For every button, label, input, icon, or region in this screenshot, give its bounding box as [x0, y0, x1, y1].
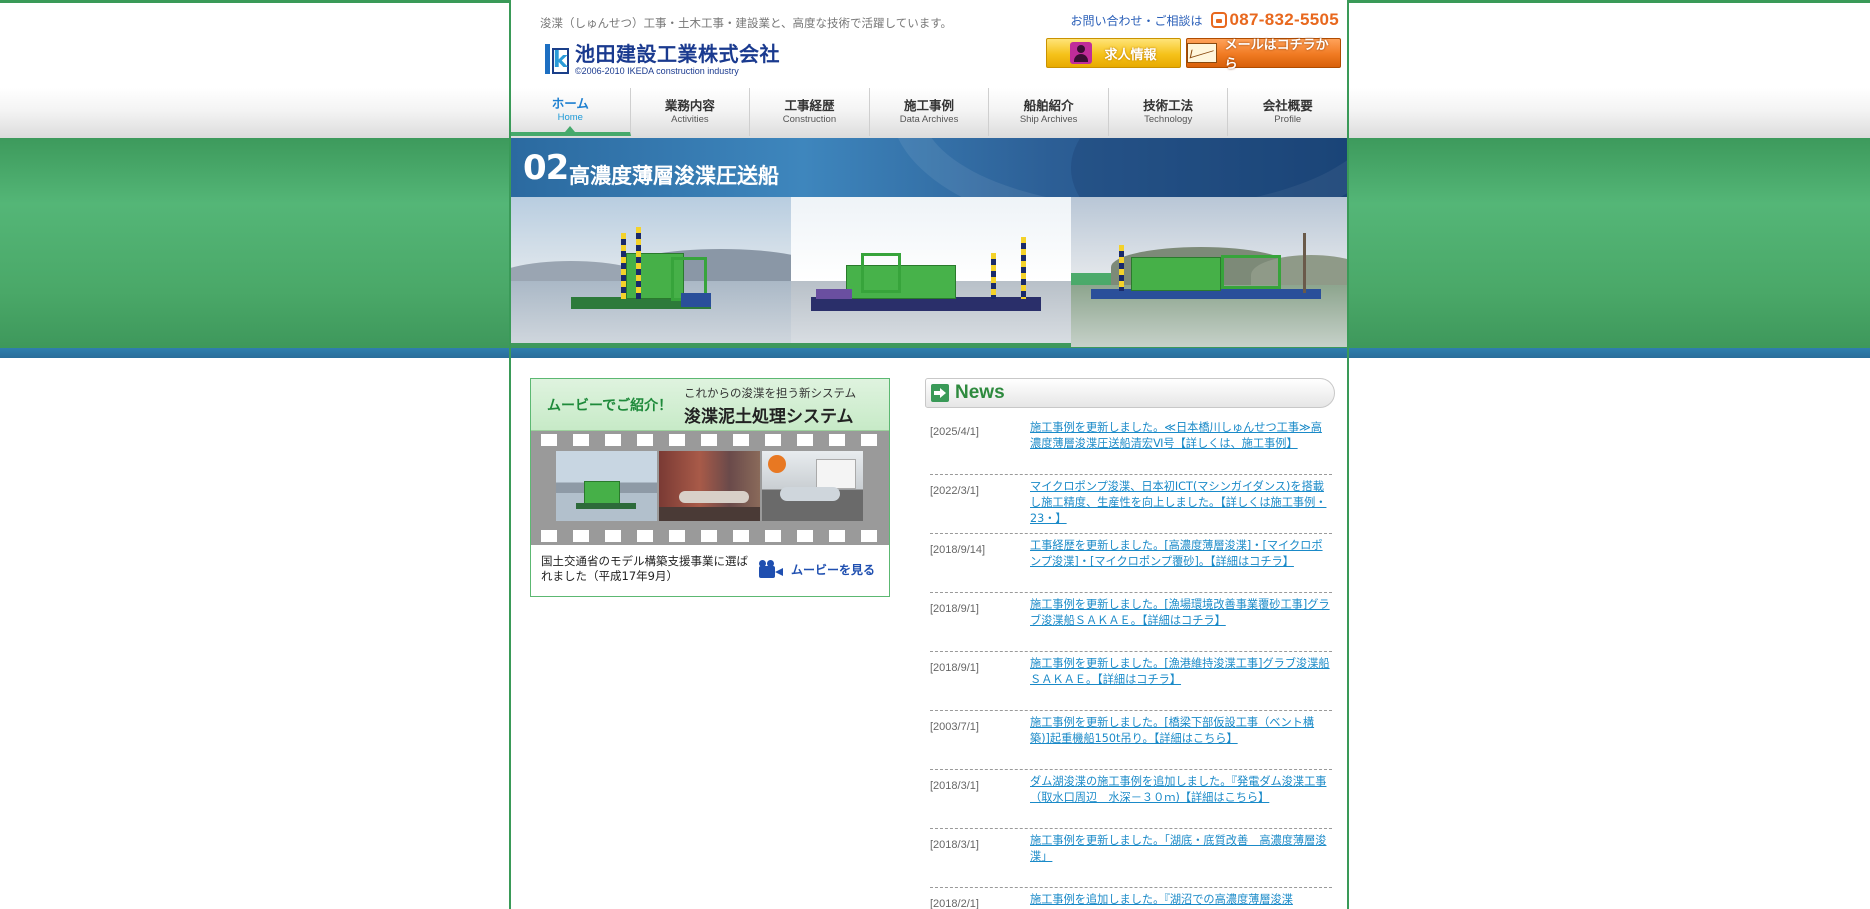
hero-title: 高濃度薄層浚渫圧送船 — [569, 164, 779, 188]
news-link[interactable]: 工事経歴を更新しました。[高濃度薄層浚渫]・[マイクロポンプ浚渫]・[マイクロポ… — [1030, 538, 1330, 583]
news-link[interactable]: マイクロポンプ浚渫、日本初ICT(マシンガイダンス)を搭載し施工精度、生産性を向… — [1030, 479, 1330, 525]
site-tagline: 浚渫（しゅんせつ）工事・土木工事・建設業と、高度な技術で活躍しています。 — [540, 16, 953, 30]
news-date: [2018/9/14] — [930, 544, 986, 556]
nav-label: 工事経歴 — [784, 98, 835, 113]
nav-item-construction[interactable]: 工事経歴 Construction — [750, 88, 870, 136]
arrow-right-icon — [931, 384, 949, 402]
logo-company-name: 池田建設工業株式会社 — [575, 42, 780, 66]
nav-sublabel: Activities — [671, 114, 709, 125]
nav-label: 船舶紹介 — [1023, 98, 1074, 113]
news-date: [2018/3/1] — [930, 780, 979, 792]
nav-sublabel: Home — [557, 112, 583, 123]
site-header: 浚渫（しゅんせつ）工事・土木工事・建設業と、高度な技術で活躍しています。 k 池… — [511, 0, 1347, 88]
news-item: [2022/3/1] マイクロポンプ浚渫、日本初ICT(マシンガイダンス)を搭載… — [930, 475, 1332, 534]
recruit-button-label: 求人情報 — [1104, 47, 1157, 63]
news-date: [2003/7/1] — [930, 721, 979, 733]
main-nav: ホーム Home 業務内容 Activities 工事経歴 Constructi… — [511, 88, 1347, 136]
company-logo[interactable]: k 池田建設工業株式会社 ©2006-2010 IKEDA constructi… — [543, 42, 780, 76]
news-date: [2022/3/1] — [930, 485, 979, 497]
mail-button[interactable]: メールはコチラから — [1186, 38, 1341, 72]
movie-subtitle: これからの浚渫を担う新システム — [684, 386, 857, 400]
news-item: [2018/3/1] 施工事例を更新しました。「湖底・底質改善 高濃度薄層浚渫」 — [930, 829, 1332, 888]
nav-item-activities[interactable]: 業務内容 Activities — [631, 88, 751, 136]
nav-label: 業務内容 — [664, 98, 715, 113]
person-icon — [1070, 42, 1093, 64]
news-date: [2025/4/1] — [930, 426, 979, 438]
watch-movie-label: ムービーを見る — [791, 562, 876, 577]
news-date: [2018/9/1] — [930, 662, 979, 674]
film-thumbnail-3 — [762, 451, 863, 521]
dredger-photo-3 — [1071, 197, 1347, 349]
movie-caption: 国土交通省のモデル構築支援事業に選ばれました（平成17年9月） — [541, 554, 748, 583]
video-camera-icon — [759, 560, 783, 578]
news-item: [2025/4/1] 施工事例を更新しました。≪日本橋川しゅんせつ工事≫高濃度薄… — [930, 416, 1332, 475]
nav-sublabel: Construction — [782, 114, 837, 125]
news-link[interactable]: 施工事例を追加しました。『湖沼での高濃度薄層浚渫 — [1030, 892, 1330, 909]
news-date: [2018/3/1] — [930, 839, 979, 851]
nav-sublabel: Data Archives — [899, 114, 959, 125]
nav-label: ホーム — [551, 96, 589, 111]
news-item: [2003/7/1] 施工事例を更新しました。[橋梁下部仮設工事（ベント構築)]… — [930, 711, 1332, 770]
movie-banner-header: ムービーでご紹介！ これからの浚渫を担う新システム 浚渫泥土処理システム — [531, 379, 889, 431]
movie-promo-banner[interactable]: ムービーでご紹介！ これからの浚渫を担う新システム 浚渫泥土処理システム 国土交… — [530, 378, 890, 597]
hero-number: 02 — [523, 148, 569, 188]
nav-item-home[interactable]: ホーム Home — [511, 88, 631, 136]
hero-photo-strip — [511, 197, 1347, 349]
film-strip — [531, 431, 889, 545]
nav-item-data-archives[interactable]: 施工事例 Data Archives — [870, 88, 990, 136]
news-date: [2018/9/1] — [930, 603, 979, 615]
news-header: News — [925, 378, 1335, 408]
dredger-photo-1 — [511, 197, 791, 349]
news-link[interactable]: ダム湖浚渫の施工事例を追加しました。『発電ダム浚渫工事（取水口周辺 水深－３０ｍ… — [1030, 774, 1330, 819]
contact-label: お問い合わせ・ご相談は — [1070, 13, 1203, 28]
movie-title: 浚渫泥土処理システム — [684, 407, 854, 427]
news-item: [2018/9/1] 施工事例を更新しました。[漁港維持浚渫工事]グラブ浚渫船Ｓ… — [930, 652, 1332, 711]
nav-sublabel: Profile — [1274, 114, 1302, 125]
nav-item-ship-archives[interactable]: 船舶紹介 Ship Archives — [989, 88, 1109, 136]
recruit-button[interactable]: 求人情報 — [1046, 38, 1181, 68]
page-container: 浚渫（しゅんせつ）工事・土木工事・建設業と、高度な技術で活躍しています。 k 池… — [509, 0, 1349, 909]
nav-label: 施工事例 — [904, 98, 955, 113]
contact-info: お問い合わせ・ご相談は 087-832-5505 — [1071, 10, 1339, 30]
watch-movie-link[interactable]: ムービーを見る — [759, 560, 875, 578]
hero-banner: 02 高濃度薄層浚渫圧送船 — [511, 138, 1347, 358]
news-item: [2018/9/14] 工事経歴を更新しました。[高濃度薄層浚渫]・[マイクロポ… — [930, 534, 1332, 593]
news-item: [2018/3/1] ダム湖浚渫の施工事例を追加しました。『発電ダム浚渫工事（取… — [930, 770, 1332, 829]
hero-title-bar: 02 高濃度薄層浚渫圧送船 — [511, 138, 1347, 197]
film-thumbnail-1 — [556, 451, 657, 521]
news-link[interactable]: 施工事例を更新しました。「湖底・底質改善 高濃度薄層浚渫」 — [1030, 833, 1330, 878]
news-link[interactable]: 施工事例を更新しました。[橋梁下部仮設工事（ベント構築)]起重機船150t吊り。… — [1030, 715, 1330, 760]
phone-number[interactable]: 087-832-5505 — [1230, 10, 1339, 30]
nav-sublabel: Technology — [1144, 114, 1193, 125]
news-item: [2018/9/1] 施工事例を更新しました。[漁場環境改善事業覆砂工事]グラブ… — [930, 593, 1332, 652]
nav-sublabel: Ship Archives — [1019, 114, 1078, 125]
news-title: News — [955, 382, 1005, 403]
news-section: News [2025/4/1] 施工事例を更新しました。≪日本橋川しゅんせつ工事… — [925, 378, 1337, 909]
dredger-photo-2 — [791, 197, 1071, 349]
nav-label: 技術工法 — [1143, 98, 1194, 113]
nav-label: 会社概要 — [1262, 98, 1313, 113]
news-link[interactable]: 施工事例を更新しました。≪日本橋川しゅんせつ工事≫高濃度薄層浚渫圧送船清宏Ⅵ号【… — [1030, 420, 1330, 465]
nav-item-profile[interactable]: 会社概要 Profile — [1228, 88, 1347, 136]
news-link[interactable]: 施工事例を更新しました。[漁港維持浚渫工事]グラブ浚渫船ＳＡＫＡＥ。【詳細はコチ… — [1030, 656, 1330, 701]
news-item: [2018/2/1] 施工事例を追加しました。『湖沼での高濃度薄層浚渫 — [930, 888, 1332, 909]
news-link[interactable]: 施工事例を更新しました。[漁場環境改善事業覆砂工事]グラブ浚渫船ＳＡＫＡＥ。【詳… — [1030, 597, 1330, 642]
mail-button-label: メールはコチラから — [1224, 38, 1329, 72]
film-thumbnail-2 — [659, 451, 760, 521]
news-date: [2018/2/1] — [930, 898, 979, 909]
main-content: ムービーでご紹介！ これからの浚渫を担う新システム 浚渫泥土処理システム 国土交… — [511, 358, 1347, 909]
movie-banner-footer: 国土交通省のモデル構築支援事業に選ばれました（平成17年9月） ムービーを見る — [531, 546, 889, 596]
logo-mark-icon: k — [543, 42, 571, 76]
movie-label: ムービーでご紹介！ — [547, 398, 673, 414]
phone-icon — [1210, 12, 1227, 28]
envelope-icon — [1187, 43, 1217, 63]
news-list: [2025/4/1] 施工事例を更新しました。≪日本橋川しゅんせつ工事≫高濃度薄… — [930, 416, 1332, 909]
logo-copyright: ©2006-2010 IKEDA construction industry — [575, 66, 739, 76]
nav-item-technology[interactable]: 技術工法 Technology — [1109, 88, 1229, 136]
